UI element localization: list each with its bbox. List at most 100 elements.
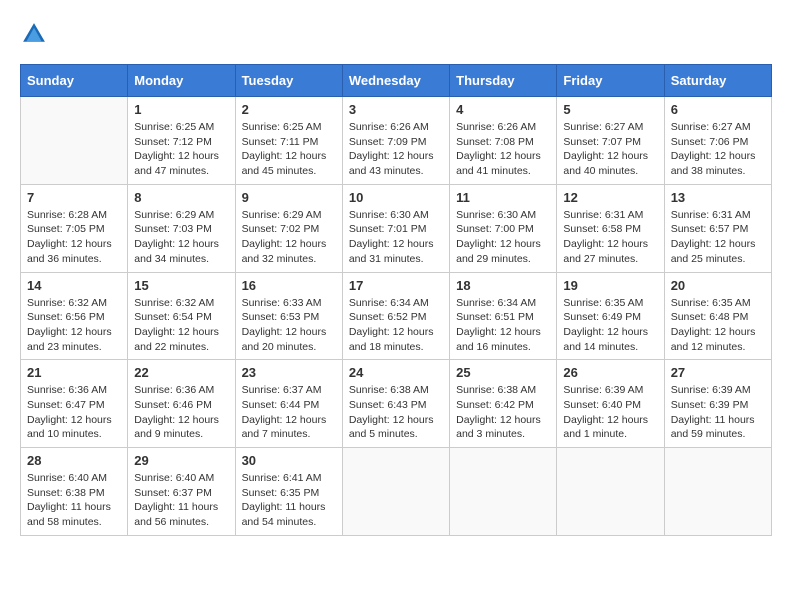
- calendar-cell: 15 Sunrise: 6:32 AM Sunset: 6:54 PM Dayli…: [128, 272, 235, 360]
- day-number: 4: [456, 102, 550, 117]
- day-number: 13: [671, 190, 765, 205]
- calendar-cell: 30 Sunrise: 6:41 AM Sunset: 6:35 PM Dayli…: [235, 448, 342, 536]
- cell-info: Sunrise: 6:25 AM Sunset: 7:11 PM Dayligh…: [242, 120, 336, 179]
- day-number: 10: [349, 190, 443, 205]
- day-number: 28: [27, 453, 121, 468]
- calendar-week-row: 28 Sunrise: 6:40 AM Sunset: 6:38 PM Dayli…: [21, 448, 772, 536]
- calendar-header-row: SundayMondayTuesdayWednesdayThursdayFrid…: [21, 65, 772, 97]
- cell-info: Sunrise: 6:38 AM Sunset: 6:42 PM Dayligh…: [456, 383, 550, 442]
- weekday-header: Saturday: [664, 65, 771, 97]
- day-number: 14: [27, 278, 121, 293]
- cell-info: Sunrise: 6:39 AM Sunset: 6:39 PM Dayligh…: [671, 383, 765, 442]
- day-number: 15: [134, 278, 228, 293]
- day-number: 30: [242, 453, 336, 468]
- weekday-header: Sunday: [21, 65, 128, 97]
- day-number: 6: [671, 102, 765, 117]
- day-number: 25: [456, 365, 550, 380]
- calendar-cell: 5 Sunrise: 6:27 AM Sunset: 7:07 PM Daylig…: [557, 97, 664, 185]
- calendar-cell: 17 Sunrise: 6:34 AM Sunset: 6:52 PM Dayli…: [342, 272, 449, 360]
- day-number: 26: [563, 365, 657, 380]
- weekday-header: Monday: [128, 65, 235, 97]
- cell-info: Sunrise: 6:38 AM Sunset: 6:43 PM Dayligh…: [349, 383, 443, 442]
- day-number: 19: [563, 278, 657, 293]
- day-number: 23: [242, 365, 336, 380]
- cell-info: Sunrise: 6:29 AM Sunset: 7:03 PM Dayligh…: [134, 208, 228, 267]
- calendar-week-row: 21 Sunrise: 6:36 AM Sunset: 6:47 PM Dayli…: [21, 360, 772, 448]
- day-number: 7: [27, 190, 121, 205]
- day-number: 1: [134, 102, 228, 117]
- cell-info: Sunrise: 6:35 AM Sunset: 6:48 PM Dayligh…: [671, 296, 765, 355]
- calendar-cell: 12 Sunrise: 6:31 AM Sunset: 6:58 PM Dayli…: [557, 184, 664, 272]
- calendar-table: SundayMondayTuesdayWednesdayThursdayFrid…: [20, 64, 772, 536]
- cell-info: Sunrise: 6:34 AM Sunset: 6:51 PM Dayligh…: [456, 296, 550, 355]
- cell-info: Sunrise: 6:30 AM Sunset: 7:01 PM Dayligh…: [349, 208, 443, 267]
- calendar-cell: 2Sunrise: 6:25 AM Sunset: 7:11 PM Daylig…: [235, 97, 342, 185]
- calendar-cell: 27 Sunrise: 6:39 AM Sunset: 6:39 PM Dayli…: [664, 360, 771, 448]
- calendar-cell: 23 Sunrise: 6:37 AM Sunset: 6:44 PM Dayli…: [235, 360, 342, 448]
- day-number: 11: [456, 190, 550, 205]
- weekday-header: Tuesday: [235, 65, 342, 97]
- weekday-header: Friday: [557, 65, 664, 97]
- day-number: 5: [563, 102, 657, 117]
- calendar-cell: [664, 448, 771, 536]
- cell-info: Sunrise: 6:37 AM Sunset: 6:44 PM Dayligh…: [242, 383, 336, 442]
- cell-info: Sunrise: 6:39 AM Sunset: 6:40 PM Dayligh…: [563, 383, 657, 442]
- cell-info: Sunrise: 6:35 AM Sunset: 6:49 PM Dayligh…: [563, 296, 657, 355]
- cell-info: Sunrise: 6:33 AM Sunset: 6:53 PM Dayligh…: [242, 296, 336, 355]
- calendar-cell: 26 Sunrise: 6:39 AM Sunset: 6:40 PM Dayli…: [557, 360, 664, 448]
- calendar-week-row: 7 Sunrise: 6:28 AM Sunset: 7:05 PM Daylig…: [21, 184, 772, 272]
- day-number: 21: [27, 365, 121, 380]
- cell-info: Sunrise: 6:36 AM Sunset: 6:47 PM Dayligh…: [27, 383, 121, 442]
- day-number: 16: [242, 278, 336, 293]
- cell-info: Sunrise: 6:36 AM Sunset: 6:46 PM Dayligh…: [134, 383, 228, 442]
- logo: [20, 20, 52, 48]
- day-number: 22: [134, 365, 228, 380]
- cell-info: Sunrise: 6:40 AM Sunset: 6:38 PM Dayligh…: [27, 471, 121, 530]
- cell-info: Sunrise: 6:27 AM Sunset: 7:07 PM Dayligh…: [563, 120, 657, 179]
- day-number: 20: [671, 278, 765, 293]
- calendar-cell: 3Sunrise: 6:26 AM Sunset: 7:09 PM Daylig…: [342, 97, 449, 185]
- cell-info: Sunrise: 6:32 AM Sunset: 6:56 PM Dayligh…: [27, 296, 121, 355]
- calendar-cell: 9Sunrise: 6:29 AM Sunset: 7:02 PM Daylig…: [235, 184, 342, 272]
- day-number: 24: [349, 365, 443, 380]
- day-number: 9: [242, 190, 336, 205]
- calendar-cell: 16 Sunrise: 6:33 AM Sunset: 6:53 PM Dayli…: [235, 272, 342, 360]
- cell-info: Sunrise: 6:31 AM Sunset: 6:57 PM Dayligh…: [671, 208, 765, 267]
- calendar-cell: 18Sunrise: 6:34 AM Sunset: 6:51 PM Dayli…: [450, 272, 557, 360]
- calendar-cell: 13 Sunrise: 6:31 AM Sunset: 6:57 PM Dayli…: [664, 184, 771, 272]
- cell-info: Sunrise: 6:34 AM Sunset: 6:52 PM Dayligh…: [349, 296, 443, 355]
- calendar-cell: 28 Sunrise: 6:40 AM Sunset: 6:38 PM Dayli…: [21, 448, 128, 536]
- calendar-cell: 8 Sunrise: 6:29 AM Sunset: 7:03 PM Daylig…: [128, 184, 235, 272]
- day-number: 29: [134, 453, 228, 468]
- calendar-cell: 6Sunrise: 6:27 AM Sunset: 7:06 PM Daylig…: [664, 97, 771, 185]
- cell-info: Sunrise: 6:31 AM Sunset: 6:58 PM Dayligh…: [563, 208, 657, 267]
- day-number: 3: [349, 102, 443, 117]
- calendar-cell: [450, 448, 557, 536]
- calendar-cell: 7 Sunrise: 6:28 AM Sunset: 7:05 PM Daylig…: [21, 184, 128, 272]
- weekday-header: Thursday: [450, 65, 557, 97]
- calendar-cell: [342, 448, 449, 536]
- calendar-cell: 29 Sunrise: 6:40 AM Sunset: 6:37 PM Dayli…: [128, 448, 235, 536]
- calendar-cell: 4 Sunrise: 6:26 AM Sunset: 7:08 PM Daylig…: [450, 97, 557, 185]
- calendar-cell: 22 Sunrise: 6:36 AM Sunset: 6:46 PM Dayli…: [128, 360, 235, 448]
- cell-info: Sunrise: 6:32 AM Sunset: 6:54 PM Dayligh…: [134, 296, 228, 355]
- calendar-cell: [557, 448, 664, 536]
- page-header: [20, 20, 772, 48]
- cell-info: Sunrise: 6:41 AM Sunset: 6:35 PM Dayligh…: [242, 471, 336, 530]
- calendar-cell: [21, 97, 128, 185]
- cell-info: Sunrise: 6:30 AM Sunset: 7:00 PM Dayligh…: [456, 208, 550, 267]
- calendar-week-row: 14 Sunrise: 6:32 AM Sunset: 6:56 PM Dayli…: [21, 272, 772, 360]
- cell-info: Sunrise: 6:25 AM Sunset: 7:12 PM Dayligh…: [134, 120, 228, 179]
- calendar-cell: 10 Sunrise: 6:30 AM Sunset: 7:01 PM Dayli…: [342, 184, 449, 272]
- calendar-cell: 11 Sunrise: 6:30 AM Sunset: 7:00 PM Dayli…: [450, 184, 557, 272]
- day-number: 8: [134, 190, 228, 205]
- day-number: 27: [671, 365, 765, 380]
- cell-info: Sunrise: 6:40 AM Sunset: 6:37 PM Dayligh…: [134, 471, 228, 530]
- calendar-cell: 19 Sunrise: 6:35 AM Sunset: 6:49 PM Dayli…: [557, 272, 664, 360]
- calendar-cell: 20 Sunrise: 6:35 AM Sunset: 6:48 PM Dayli…: [664, 272, 771, 360]
- cell-info: Sunrise: 6:26 AM Sunset: 7:08 PM Dayligh…: [456, 120, 550, 179]
- calendar-cell: 24 Sunrise: 6:38 AM Sunset: 6:43 PM Dayli…: [342, 360, 449, 448]
- day-number: 12: [563, 190, 657, 205]
- cell-info: Sunrise: 6:28 AM Sunset: 7:05 PM Dayligh…: [27, 208, 121, 267]
- day-number: 17: [349, 278, 443, 293]
